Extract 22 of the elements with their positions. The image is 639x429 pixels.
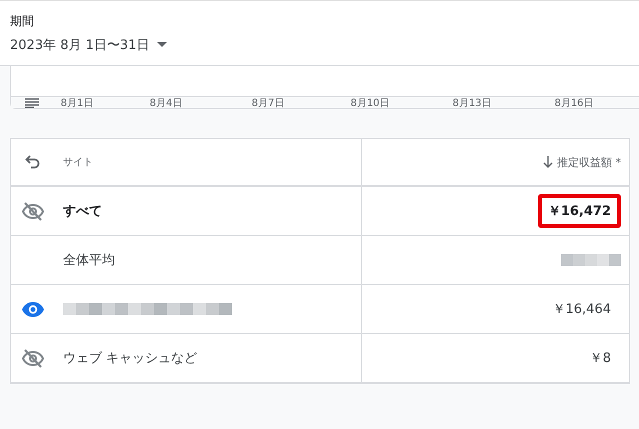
undo-icon[interactable] [25, 155, 41, 169]
axis-label: 8月13日 [451, 96, 493, 110]
period-dropdown[interactable]: 2023年 8月 1日〜31日 [10, 36, 168, 54]
caret-icon [157, 42, 168, 48]
axis-label: 8月4日 [148, 96, 184, 110]
site-name: 全体平均 [63, 252, 115, 269]
legend-icon[interactable] [25, 98, 39, 108]
hidden-eye-icon[interactable] [22, 348, 44, 368]
axis-label: 8月7日 [250, 96, 286, 110]
revenue-value: ￥16,464 [552, 301, 612, 319]
eye-icon[interactable] [22, 302, 44, 316]
axis-label: 8月1日 [60, 96, 94, 110]
axis-label: 8月16日 [553, 96, 595, 110]
period-label: 期間 [10, 13, 34, 30]
site-name: すべて [63, 203, 102, 220]
revenue-value: ￥8 [588, 350, 612, 368]
hidden-eye-icon[interactable] [22, 202, 44, 220]
site-name: ウェブ キャッシュなど [63, 350, 198, 367]
sort-column-header[interactable]: 推定収益額 * [543, 154, 621, 170]
axis-label: 8月10日 [349, 96, 391, 110]
revenue-value: ￥16,472 [538, 194, 621, 228]
column-header: サイト [63, 156, 93, 169]
